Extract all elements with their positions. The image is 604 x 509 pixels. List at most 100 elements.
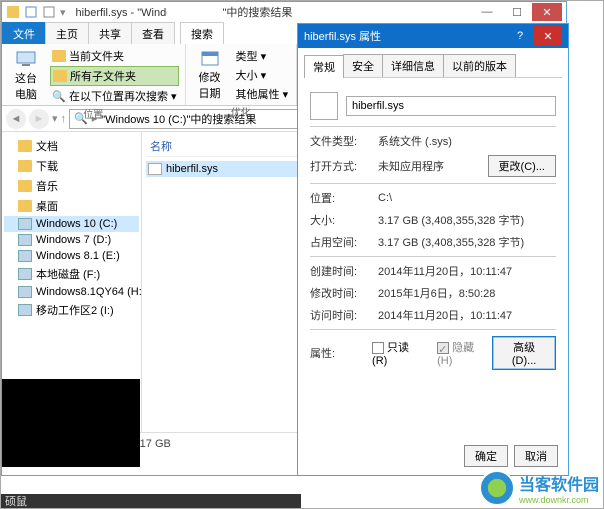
property-body: 文件类型: 系统文件 (.sys) 打开方式: 未知应用程序更改(C)... 位置:… xyxy=(298,78,568,384)
cancel-button[interactable]: 取消 xyxy=(514,445,558,467)
tab-search[interactable]: 搜索 xyxy=(180,22,224,44)
tree-label: 移动工作区2 (I:) xyxy=(36,302,114,318)
tree-label: Windows 10 (C:) xyxy=(36,218,117,230)
label-disk: 占用空间: xyxy=(310,234,370,250)
tab-previous[interactable]: 以前的版本 xyxy=(443,54,516,77)
ribbon-group-location: 这台 电脑 当前文件夹 所有子文件夹 🔍在以下位置再次搜索▾ 位置 xyxy=(2,44,186,105)
tab-security[interactable]: 安全 xyxy=(343,54,383,77)
label-size: 大小: xyxy=(310,212,370,228)
folder-icon xyxy=(18,160,32,172)
folder-icon xyxy=(18,140,32,152)
chevron-down-icon: ▾ xyxy=(171,90,177,103)
drive-icon xyxy=(18,304,32,316)
close-button[interactable]: ✕ xyxy=(532,3,562,21)
tree-node[interactable]: Windows 7 (D:) xyxy=(4,232,139,248)
drive-icon xyxy=(18,268,32,280)
properties-dialog: hiberfil.sys 属性 ? ✕ 常规 安全 详细信息 以前的版本 文件类… xyxy=(297,23,569,476)
readonly-checkbox[interactable]: 只读(R) xyxy=(372,339,419,367)
app-icon xyxy=(6,5,20,19)
drive-icon xyxy=(18,234,32,246)
maximize-button[interactable]: ☐ xyxy=(502,3,532,21)
value-type: 系统文件 (.sys) xyxy=(378,133,556,149)
group-label-refine: 优化 xyxy=(192,103,291,119)
advanced-button[interactable]: 高级(D)... xyxy=(492,336,556,370)
all-subfolders-button[interactable]: 所有子文件夹 xyxy=(50,66,179,86)
search-again-button[interactable]: 🔍在以下位置再次搜索▾ xyxy=(50,87,179,105)
logo-url: www.downkr.com xyxy=(519,495,599,505)
dialog-titlebar[interactable]: hiberfil.sys 属性 ? ✕ xyxy=(298,24,568,48)
tree-label: 音乐 xyxy=(36,178,58,194)
tree-label: 本地磁盘 (F:) xyxy=(36,266,100,282)
dialog-title: hiberfil.sys 属性 xyxy=(304,28,381,44)
logo-icon xyxy=(479,470,515,506)
file-type-icon xyxy=(310,92,338,120)
label-attr: 属性: xyxy=(310,345,364,361)
tree-label: 桌面 xyxy=(36,198,58,214)
tree-label: 文档 xyxy=(36,138,58,154)
tree-label: Windows8.1QY64 (H:) xyxy=(36,286,142,298)
taskbar-label: 硕鼠 xyxy=(5,493,27,509)
label-ctime: 创建时间: xyxy=(310,263,370,279)
value-ctime: 2014年11月20日，10:11:47 xyxy=(378,263,556,279)
tree-node[interactable]: 音乐 xyxy=(4,176,139,196)
qat-new-icon[interactable] xyxy=(42,5,56,19)
tree-label: 下载 xyxy=(36,158,58,174)
context-label: 搜索工具 xyxy=(167,2,223,21)
type-button[interactable]: 类型 ▾ xyxy=(234,47,291,65)
mod-date-button[interactable]: 修改 日期 xyxy=(192,47,228,103)
label-type: 文件类型: xyxy=(310,133,370,149)
tree-node[interactable]: Windows 8.1 (E:) xyxy=(4,248,139,264)
dialog-help-button[interactable]: ? xyxy=(506,26,534,46)
hidden-checkbox[interactable]: ✓隐藏(H) xyxy=(437,339,484,367)
tree-node[interactable]: 下载 xyxy=(4,156,139,176)
label-open: 打开方式: xyxy=(310,158,370,174)
search-icon: 🔍 xyxy=(52,90,66,102)
tab-general[interactable]: 常规 xyxy=(304,55,344,78)
folder-icon xyxy=(53,70,67,82)
logo-text: 当客软件园 xyxy=(519,471,599,495)
dialog-footer: 确定 取消 xyxy=(464,445,558,467)
property-tabs: 常规 安全 详细信息 以前的版本 xyxy=(304,54,562,78)
tree-label: Windows 7 (D:) xyxy=(36,234,111,246)
pc-icon xyxy=(15,50,37,68)
tab-file[interactable]: 文件 xyxy=(2,22,46,44)
tab-home[interactable]: 主页 xyxy=(45,22,89,44)
size-button[interactable]: 大小 ▾ xyxy=(234,66,291,84)
calendar-icon xyxy=(200,49,220,67)
value-location: C:\ xyxy=(378,192,556,204)
folder-icon xyxy=(18,200,32,212)
value-mtime: 2015年1月6日，8:50:28 xyxy=(378,285,556,301)
change-button[interactable]: 更改(C)... xyxy=(488,155,556,177)
value-atime: 2014年11月20日，10:11:47 xyxy=(378,307,556,323)
tab-details[interactable]: 详细信息 xyxy=(382,54,444,77)
value-size: 3.17 GB (3,408,355,328 字节) xyxy=(378,212,556,228)
tree-node[interactable]: 桌面 xyxy=(4,196,139,216)
label-mtime: 修改时间: xyxy=(310,285,370,301)
tree-node[interactable]: 本地磁盘 (F:) xyxy=(4,264,139,284)
taskbar-item[interactable]: 硕鼠 xyxy=(1,494,301,508)
other-attr-button[interactable]: 其他属性 ▾ xyxy=(234,85,291,103)
tree-node[interactable]: 移动工作区2 (I:) xyxy=(4,300,139,320)
minimize-button[interactable]: — xyxy=(472,3,502,21)
dialog-close-button[interactable]: ✕ xyxy=(534,26,562,46)
tree-label: Windows 8.1 (E:) xyxy=(36,250,120,262)
this-pc-button[interactable]: 这台 电脑 xyxy=(8,47,44,105)
qat-dropdown-icon[interactable]: ▾ xyxy=(60,6,66,19)
current-folder-button[interactable]: 当前文件夹 xyxy=(50,47,179,65)
folder-icon xyxy=(18,180,32,192)
filename-input[interactable] xyxy=(346,96,556,116)
tree-node[interactable]: Windows 10 (C:) xyxy=(4,216,139,232)
tab-share[interactable]: 共享 xyxy=(88,22,132,44)
drive-icon xyxy=(18,218,32,230)
preview-thumbnail xyxy=(2,379,140,467)
tree-node[interactable]: 文档 xyxy=(4,136,139,156)
tree-node[interactable]: Windows8.1QY64 (H:) xyxy=(4,284,139,300)
folder-icon xyxy=(52,50,66,62)
ok-button[interactable]: 确定 xyxy=(464,445,508,467)
tab-view[interactable]: 查看 xyxy=(131,22,175,44)
quick-access-toolbar: ▾ 搜索工具 hiberfil.sys - "Windows 10 (C:)"中… xyxy=(2,2,566,22)
file-icon xyxy=(148,163,162,175)
label-location: 位置: xyxy=(310,190,370,206)
qat-props-icon[interactable] xyxy=(24,5,38,19)
value-open: 未知应用程序 xyxy=(378,158,480,174)
